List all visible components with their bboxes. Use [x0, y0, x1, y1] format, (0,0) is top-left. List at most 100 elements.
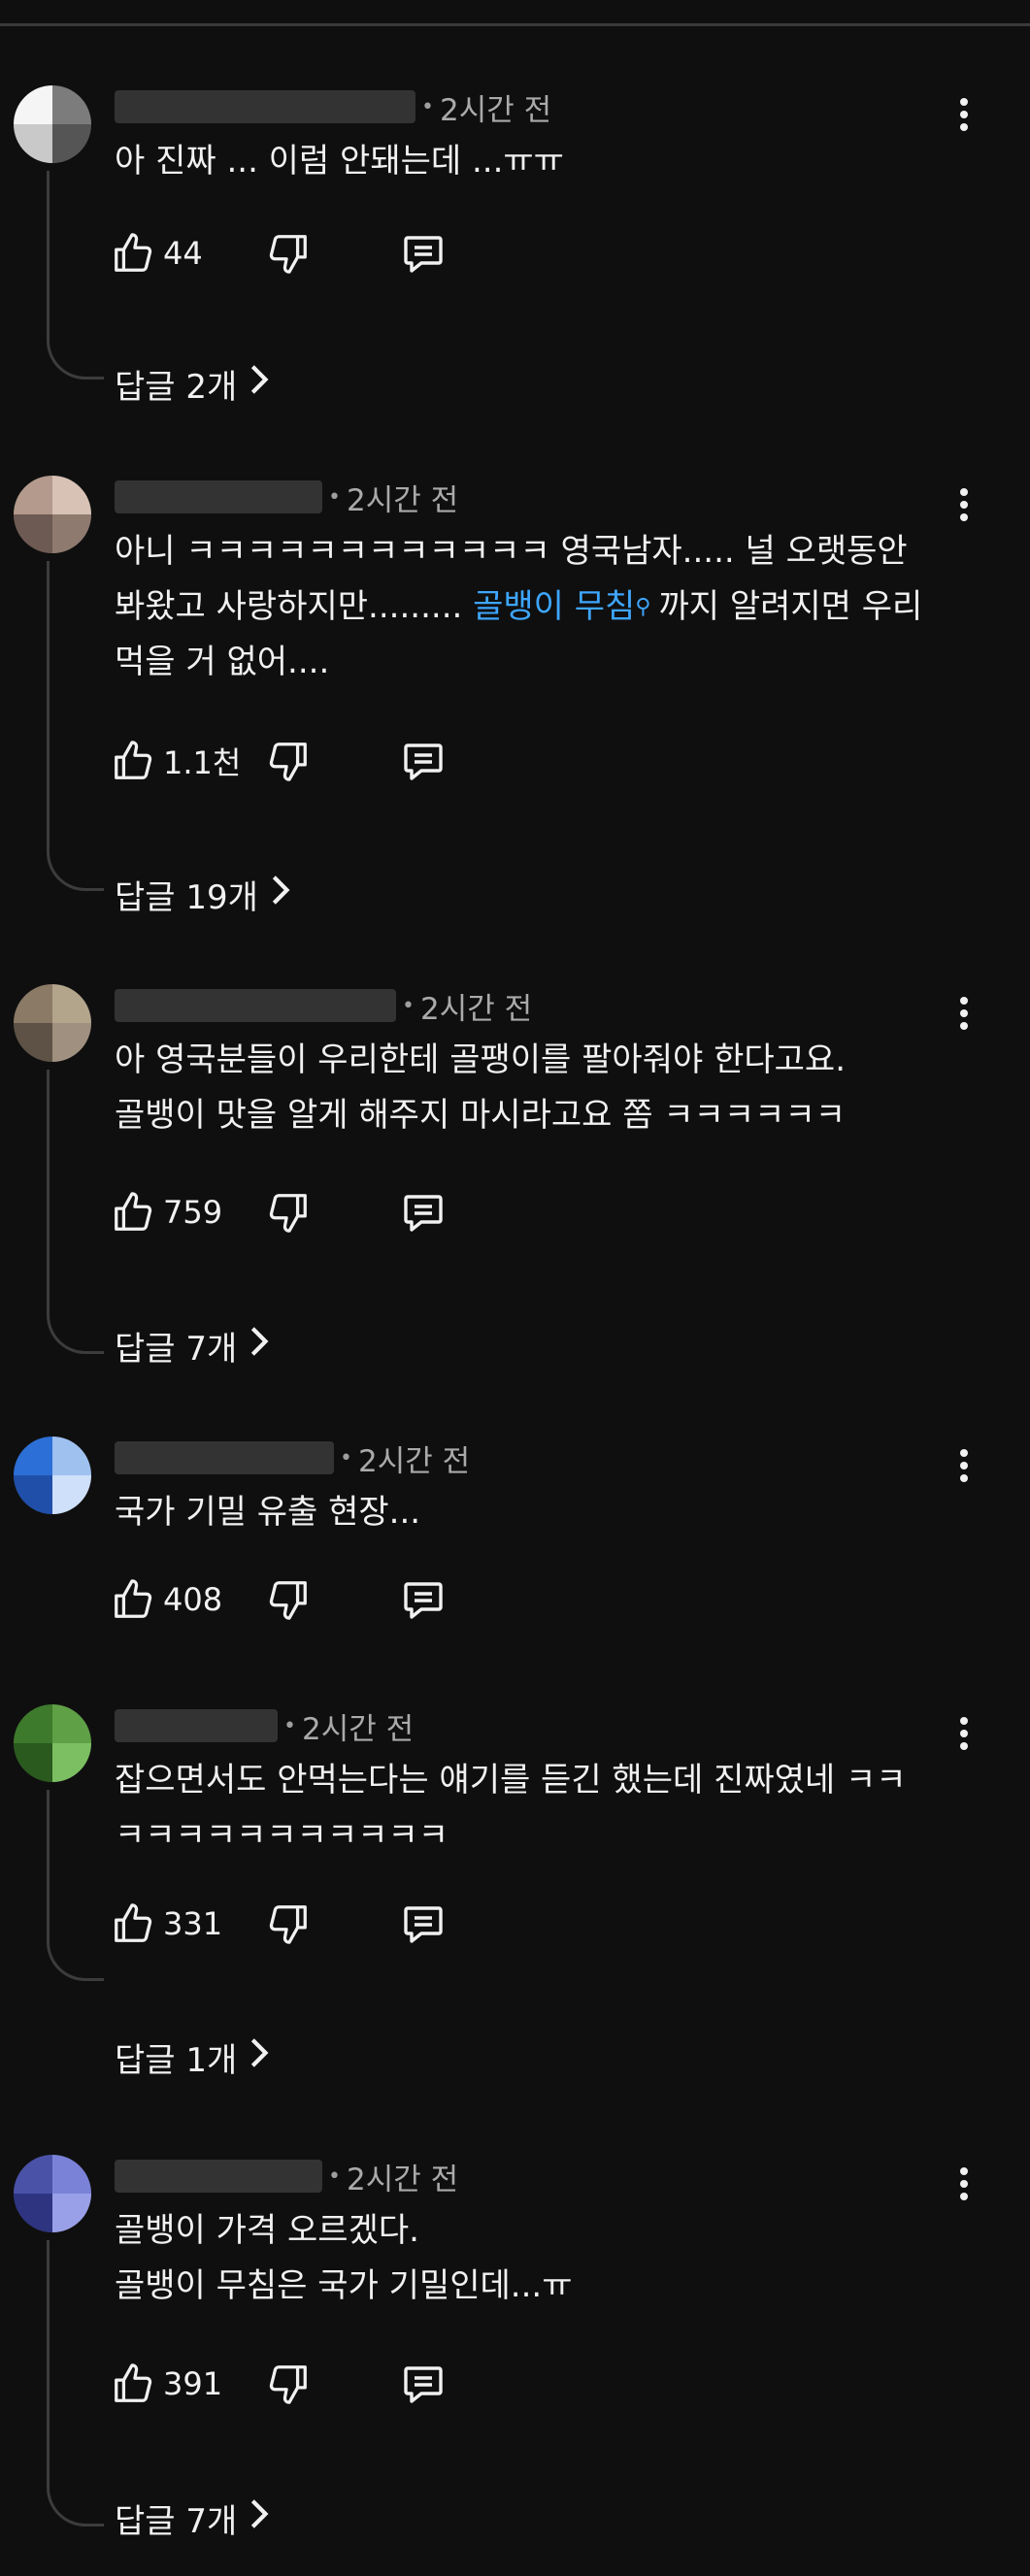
like-button[interactable]: 391 — [111, 2355, 222, 2413]
view-replies-button[interactable]: 답글 7개 — [115, 1321, 270, 1370]
thumbs-up-icon — [111, 1901, 155, 1946]
avatar-pixel-block — [52, 514, 91, 553]
thumbs-down-icon — [266, 739, 311, 783]
avatar-pixel-block — [52, 1743, 91, 1782]
like-button[interactable]: 44 — [111, 224, 203, 282]
chevron-right-icon — [237, 2497, 270, 2539]
search-link[interactable]: 골뱅이 무침 — [473, 587, 635, 626]
view-replies-button[interactable]: 답글 7개 — [115, 2493, 270, 2542]
avatar-pixel-block — [14, 1475, 52, 1514]
avatar[interactable] — [14, 984, 91, 1062]
chevron-right-icon — [237, 363, 270, 405]
reply-button[interactable] — [400, 1183, 447, 1241]
comment-bubble-icon — [400, 1576, 447, 1623]
view-replies-button[interactable]: 답글 19개 — [115, 870, 291, 918]
author-handle-redacted[interactable] — [115, 2160, 322, 2193]
reply-button[interactable] — [400, 1570, 447, 1629]
comment-text: 아 영국분들이 우리한테 골팽이를 팔아줘야 한다고요. 골뱅이 맛을 알게 해… — [115, 1033, 959, 1143]
dislike-button[interactable] — [266, 2355, 311, 2413]
avatar-pixel-block — [52, 124, 91, 163]
comment-bubble-icon — [400, 1189, 447, 1236]
reply-thread-line — [47, 1790, 104, 1981]
thumbs-down-icon — [266, 231, 311, 276]
avatar-pixel-block — [14, 1704, 52, 1743]
avatar-pixel-block — [52, 1437, 91, 1475]
comment-text: 잡으면서도 안먹는다는 얘기를 듣긴 했는데 진짜였네 ㅋㅋ ㅋㅋㅋㅋㅋㅋㅋㅋㅋ… — [115, 1753, 959, 1864]
like-button[interactable]: 408 — [111, 1570, 222, 1629]
meta-separator: • — [402, 993, 415, 1018]
avatar-pixel-block — [14, 1023, 52, 1062]
comment-actions: 391 — [111, 2355, 693, 2413]
like-button[interactable]: 331 — [111, 1895, 222, 1953]
thumbs-up-icon — [111, 2361, 155, 2406]
comment-actions: 1.1천 — [111, 732, 693, 790]
chevron-right-icon — [237, 2036, 270, 2078]
thumbs-up-icon — [111, 739, 155, 783]
thumbs-down-icon — [266, 1190, 311, 1235]
replies-label: 답글 7개 — [115, 1329, 238, 1369]
comment-time: 2시간 전 — [357, 1443, 471, 1479]
author-handle-redacted[interactable] — [115, 1441, 334, 1474]
thumbs-down-icon — [266, 1577, 311, 1622]
avatar-pixel-block — [14, 984, 52, 1023]
reply-thread-line — [47, 1070, 104, 1354]
like-button[interactable]: 1.1천 — [111, 732, 241, 790]
reply-button[interactable] — [400, 732, 447, 790]
comment-text: 아니 ㅋㅋㅋㅋㅋㅋㅋㅋㅋㅋㅋㅋ 영국남자..... 널 오랫동안 봐왔고 사랑하… — [115, 524, 959, 690]
like-button[interactable]: 759 — [111, 1183, 222, 1241]
comment-actions: 331 — [111, 1895, 693, 1953]
avatar-pixel-block — [52, 1475, 91, 1514]
avatar[interactable] — [14, 476, 91, 553]
comment-bubble-icon — [400, 738, 447, 784]
dislike-button[interactable] — [266, 732, 311, 790]
view-replies-button[interactable]: 답글 2개 — [115, 359, 270, 408]
comment-line: 골뱅이 맛을 알게 해주지 마시라고요 쫌 ㅋㅋㅋㅋㅋㅋ — [115, 1096, 847, 1135]
view-replies-button[interactable]: 답글 1개 — [115, 2032, 270, 2081]
reply-button[interactable] — [400, 224, 447, 282]
comment-time: 2시간 전 — [419, 991, 533, 1027]
dislike-button[interactable] — [266, 1570, 311, 1629]
comment-line: ㅋㅋㅋㅋㅋㅋㅋㅋㅋㅋㅋ — [115, 1816, 449, 1855]
thumbs-down-icon — [266, 1901, 311, 1946]
comment-line: 골뱅이 무침은 국가 기밀인데...ㅠ — [115, 2266, 573, 2305]
comment-time: 2시간 전 — [439, 92, 552, 128]
meta-separator: • — [328, 2163, 341, 2189]
avatar-pixel-block — [52, 476, 91, 514]
avatar-pixel-block — [14, 1437, 52, 1475]
comment-line: 봐왔고 사랑하지만......... 골뱅이 무침⚲ 까지 알려지면 우리 — [115, 579, 959, 635]
avatar-pixel-block — [52, 1023, 91, 1062]
avatar[interactable] — [14, 2155, 91, 2232]
avatar[interactable] — [14, 85, 91, 163]
avatar-pixel-block — [52, 1704, 91, 1743]
author-handle-redacted[interactable] — [115, 989, 396, 1022]
avatar[interactable] — [14, 1437, 91, 1514]
meta-separator: • — [340, 1445, 352, 1470]
comment-bubble-icon — [400, 1900, 447, 1947]
author-handle-redacted[interactable] — [115, 90, 415, 123]
comment-line: 국가 기밀 유출 현장... — [115, 1493, 421, 1532]
comment-text: 국가 기밀 유출 현장... — [115, 1485, 959, 1540]
dislike-button[interactable] — [266, 1895, 311, 1953]
author-handle-redacted[interactable] — [115, 1709, 278, 1742]
reply-button[interactable] — [400, 2355, 447, 2413]
avatar-pixel-block — [14, 1743, 52, 1782]
reply-thread-line — [47, 171, 104, 380]
reply-button[interactable] — [400, 1895, 447, 1953]
meta-separator: • — [421, 94, 434, 119]
dislike-button[interactable] — [266, 224, 311, 282]
comment-line: 먹을 거 없어.... — [115, 643, 330, 681]
comment-line: 골뱅이 가격 오르겠다. — [115, 2211, 419, 2250]
search-icon: ⚲ — [635, 595, 651, 619]
avatar[interactable] — [14, 1704, 91, 1782]
like-count: 331 — [163, 1905, 223, 1942]
author-handle-redacted[interactable] — [115, 480, 322, 513]
like-count: 408 — [163, 1581, 223, 1618]
replies-label: 답글 2개 — [115, 367, 238, 407]
dislike-button[interactable] — [266, 1183, 311, 1241]
comment-meta: • 2시간 전 — [115, 1437, 470, 1479]
comment-line: 아니 ㅋㅋㅋㅋㅋㅋㅋㅋㅋㅋㅋㅋ 영국남자..... 널 오랫동안 — [115, 532, 908, 571]
reply-thread-line — [47, 2240, 104, 2526]
like-count: 44 — [163, 235, 203, 272]
comment-time: 2시간 전 — [346, 482, 459, 518]
comment-meta: • 2시간 전 — [115, 2155, 458, 2197]
